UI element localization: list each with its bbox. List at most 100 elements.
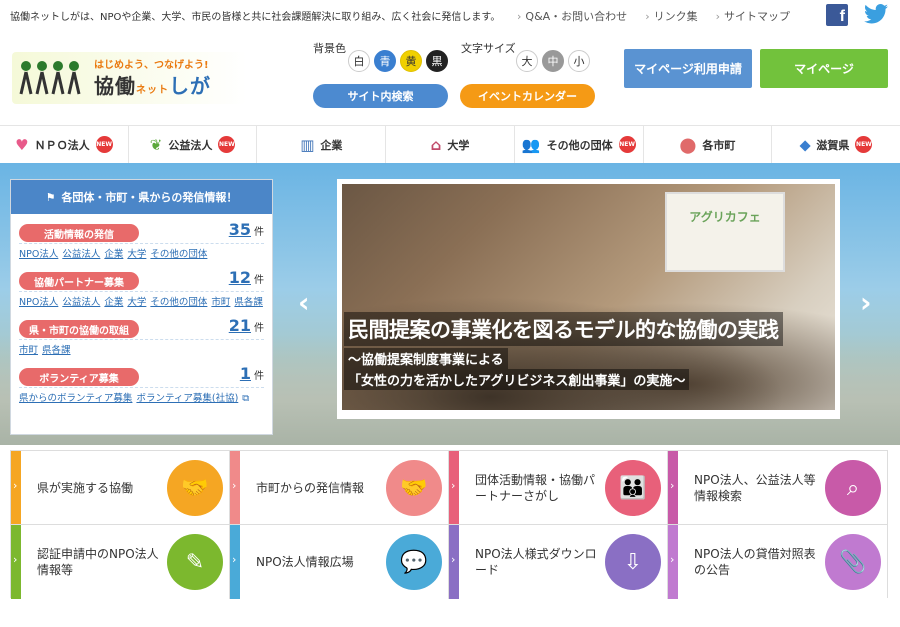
font-small-button[interactable]: 小: [568, 50, 590, 72]
twitter-icon[interactable]: [864, 4, 888, 26]
info-link[interactable]: その他の団体: [150, 297, 207, 308]
nav-npo[interactable]: ♥ ＮＰＯ法人 NEW: [0, 126, 129, 163]
font-size-label: 文字サイズ: [461, 42, 516, 55]
qa-contact-link[interactable]: › Q&A・お問い合わせ: [517, 8, 627, 24]
site-logo[interactable]: はじめよう、つなげよう! 協働ネットしが: [12, 52, 247, 104]
nav-public-interest[interactable]: ❦ 公益法人 NEW: [129, 126, 258, 163]
info-link[interactable]: ボランティア募集(社協): [136, 393, 238, 404]
info-count[interactable]: 35 件: [229, 220, 264, 239]
tile-prefecture-collab[interactable]: 県が実施する協働 🤝: [11, 451, 230, 525]
search-icon: ⌕: [825, 460, 881, 516]
info-tag[interactable]: 活動情報の発信: [19, 224, 139, 242]
site-search-button[interactable]: サイト内検索: [313, 84, 448, 108]
info-link[interactable]: 企業: [104, 249, 123, 260]
tile-npo-search[interactable]: NPO法人、公益法人等情報検索 ⌕: [668, 451, 887, 525]
links-link[interactable]: › リンク集: [645, 8, 697, 24]
projector-screen: アグリカフェ: [665, 192, 785, 272]
bg-color-buttons: 白 青 黄 黒: [348, 50, 448, 72]
slide-title: 民間提案の事業化を図るモデル的な協働の実践: [344, 312, 783, 346]
header: はじめよう、つなげよう! 協働ネットしが 背景色 白 青 黄 黒 文字サイズ 大…: [0, 30, 900, 125]
info-box-heading: ⚑ 各団体・市町・県からの発信情報！: [11, 180, 272, 214]
font-medium-button[interactable]: 中: [542, 50, 564, 72]
external-link-icon: ⧉: [242, 393, 250, 404]
info-links: NPO法人 公益法人 企業 大学 その他の団体 市町 県各課: [19, 294, 267, 308]
slide-next-arrow[interactable]: ›: [860, 286, 872, 319]
info-section-volunteer: ボランティア募集 1件 県からのボランティア募集 ボランティア募集(社協) ⧉: [11, 358, 272, 406]
facebook-icon[interactable]: f: [826, 4, 848, 26]
chat-bubbles-icon: 💬: [386, 534, 442, 590]
font-large-button[interactable]: 大: [516, 50, 538, 72]
new-badge: NEW: [95, 136, 113, 153]
info-link[interactable]: 大学: [127, 249, 146, 260]
info-link[interactable]: 県各課: [234, 297, 263, 308]
info-section-partner: 協働パートナー募集 12 件 NPO法人 公益法人 企業 大学 その他の団体 市町 県各課: [11, 262, 272, 310]
info-link[interactable]: その他の団体: [150, 249, 207, 260]
info-tag[interactable]: 県・市町の協働の取組: [19, 320, 139, 338]
tile-municipal-info[interactable]: 市町からの発信情報 🤝: [230, 451, 449, 525]
event-calendar-button[interactable]: イベントカレンダー: [460, 84, 595, 108]
bg-blue-button[interactable]: 青: [374, 50, 396, 72]
info-link[interactable]: 企業: [104, 297, 123, 308]
info-link[interactable]: 市町: [19, 345, 38, 356]
handshake-icon: 🤝: [386, 460, 442, 516]
nav-shiga-prefecture[interactable]: ⬥ 滋賀県 NEW: [772, 126, 900, 163]
sitemap-link[interactable]: › サイトマップ: [716, 8, 790, 24]
nav-municipalities[interactable]: ⬤ 各市町: [644, 126, 773, 163]
info-link[interactable]: 公益法人: [62, 249, 100, 260]
heart-icon: ♥: [15, 135, 29, 154]
info-link[interactable]: 県各課: [42, 345, 71, 356]
hero-area: ⚑ 各団体・市町・県からの発信情報！ 活動情報の発信 35 件 NPO法人 公益法人…: [0, 163, 900, 445]
info-links: 県からのボランティア募集 ボランティア募集(社協) ⧉: [19, 390, 249, 404]
info-box: ⚑ 各団体・市町・県からの発信情報！ 活動情報の発信 35 件 NPO法人 公益法人…: [10, 179, 273, 435]
font-size-label-wrap: 文字サイズ: [461, 42, 516, 66]
info-count[interactable]: 1件: [240, 364, 264, 383]
info-tag[interactable]: ボランティア募集: [19, 368, 139, 386]
font-size-buttons: 大 中 小: [516, 50, 590, 72]
info-link[interactable]: NPO法人: [19, 249, 58, 260]
info-links: NPO法人 公益法人 企業 大学 その他の団体: [19, 246, 211, 260]
download-icon: ⇩: [605, 534, 661, 590]
document-edit-icon: ✎: [167, 534, 223, 590]
slideshow[interactable]: アグリカフェ 民間提案の事業化を図るモデル的な協働の実践 ～協働提案制度事業によ…: [337, 179, 840, 419]
info-links: 市町 県各課: [19, 342, 75, 356]
bg-white-button[interactable]: 白: [348, 50, 370, 72]
slide-prev-arrow[interactable]: ‹: [298, 286, 310, 319]
info-link[interactable]: NPO法人: [19, 297, 58, 308]
logo-catchphrase: はじめよう、つなげよう!: [94, 60, 209, 71]
mypage-button[interactable]: マイページ: [760, 49, 888, 88]
prefecture-icon: ⬥: [799, 135, 811, 154]
logo-people-icon: [19, 61, 81, 95]
info-link[interactable]: 県からのボランティア募集: [19, 393, 132, 404]
info-count[interactable]: 12 件: [229, 268, 264, 287]
tile-balance-sheet[interactable]: NPO法人の貸借対照表の公告 📎: [668, 525, 887, 599]
mypage-apply-button[interactable]: マイページ利用申請: [624, 49, 752, 88]
tile-group-activities[interactable]: 団体活動情報・協働パートナーさがし 👪: [449, 451, 668, 525]
bg-color-options: 背景色: [313, 42, 346, 66]
info-count[interactable]: 21 件: [229, 316, 264, 335]
nav-other-groups[interactable]: 👥 その他の団体 NEW: [515, 126, 644, 163]
people-icon: 👥: [521, 135, 541, 154]
building-icon: ▥: [300, 135, 315, 154]
info-tag[interactable]: 協働パートナー募集: [19, 272, 139, 290]
info-link[interactable]: 公益法人: [62, 297, 100, 308]
nav-university[interactable]: ⌂ 大学: [386, 126, 515, 163]
info-link[interactable]: 大学: [127, 297, 146, 308]
slide-subtitle-1: ～協働提案制度事業による: [344, 348, 508, 369]
bg-yellow-button[interactable]: 黄: [400, 50, 422, 72]
bg-color-label: 背景色: [313, 42, 346, 55]
bg-black-button[interactable]: 黒: [426, 50, 448, 72]
quick-links-grid: 県が実施する協働 🤝 市町からの発信情報 🤝 団体活動情報・協働パートナーさがし…: [10, 450, 888, 599]
info-section-activity: 活動情報の発信 35 件 NPO法人 公益法人 企業 大学 その他の団体: [11, 214, 272, 262]
main-nav: ♥ ＮＰＯ法人 NEW ❦ 公益法人 NEW ▥ 企業 ⌂ 大学 👥 その他の団体 N…: [0, 125, 900, 163]
info-link[interactable]: 市町: [211, 297, 230, 308]
tile-certification-pending[interactable]: 認証申請中のNPO法人情報等 ✎: [11, 525, 230, 599]
tile-form-download[interactable]: NPO法人様式ダウンロード ⇩: [449, 525, 668, 599]
document-clip-icon: 📎: [825, 534, 881, 590]
sprout-icon: ❦: [149, 135, 163, 154]
info-section-government: 県・市町の協働の取組 21 件 市町 県各課: [11, 310, 272, 358]
nav-company[interactable]: ▥ 企業: [257, 126, 387, 163]
tile-npo-plaza[interactable]: NPO法人情報広場 💬: [230, 525, 449, 599]
site-tagline: 協働ネットしがは、NPOや企業、大学、市民の皆様と共に社会課題解決に取り組み、広…: [10, 12, 501, 23]
logo-title: 協働ネットしが: [94, 74, 211, 98]
flag-icon: ⚑: [45, 190, 56, 204]
